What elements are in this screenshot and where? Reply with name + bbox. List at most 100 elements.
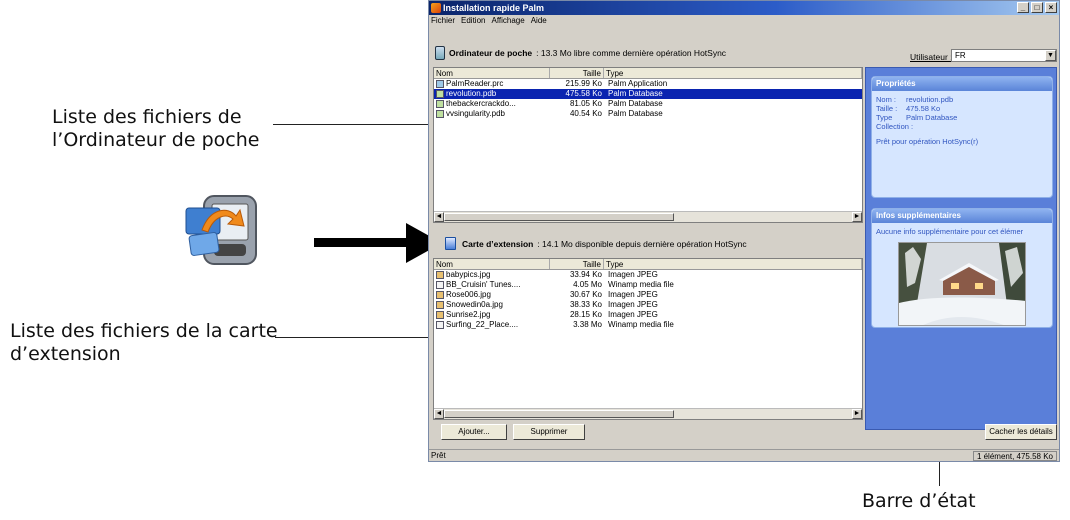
card-list-scrollbar[interactable]: ◄ ► (434, 408, 862, 419)
prop-name-label: Nom : (876, 95, 897, 104)
card-list-header: Nom Taille Type (434, 259, 862, 270)
scroll-left-icon[interactable]: ◄ (434, 212, 444, 222)
file-row[interactable]: Snowedin0a.jpg 38.33 Ko Imagen JPEG (434, 300, 862, 310)
callout-status-bar: Barre d’état (862, 490, 976, 512)
title-bar[interactable]: Installation rapide Palm _ □ × (429, 1, 1059, 15)
callout-card-files: Liste des fichiers de la carte d’extensi… (10, 320, 278, 365)
scroll-thumb[interactable] (444, 213, 674, 221)
file-name-cell: PalmReader.prc (434, 79, 550, 89)
media-file-icon (436, 281, 444, 289)
prop-size-value: 475.58 Ko (906, 104, 941, 113)
chevron-down-icon[interactable]: ▼ (1045, 50, 1056, 61)
status-selection-info: 1 élément, 475.58 Ko (972, 451, 1057, 461)
preview-image (898, 242, 1026, 326)
leader-line-device (273, 124, 451, 125)
device-section-header: Ordinateur de poche : 13.3 Mo libre comm… (435, 46, 726, 60)
app-icon (431, 3, 441, 13)
file-row[interactable]: babypics.jpg 33.94 Ko Imagen JPEG (434, 270, 862, 280)
status-bar: Prêt 1 élément, 475.58 Ko (429, 449, 1059, 461)
image-file-icon (436, 291, 444, 299)
file-row[interactable]: revolution.pdb 475.58 Ko Palm Database (434, 89, 862, 99)
file-name-cell: thebackercrackdo... (434, 99, 550, 109)
file-type: Imagen JPEG (608, 310, 658, 319)
file-name-cell: revolution.pdb (434, 89, 550, 99)
file-type: Palm Database (608, 89, 663, 98)
extra-info-card: Infos supplémentaires Aucune info supplé… (871, 208, 1053, 328)
file-name: PalmReader.prc (446, 79, 504, 88)
scroll-left-icon[interactable]: ◄ (434, 409, 444, 419)
prop-collection-label: Collection : (876, 122, 914, 131)
scroll-thumb[interactable] (444, 410, 674, 418)
palm-quick-install-window: Installation rapide Palm _ □ × Fichier E… (428, 0, 1060, 462)
device-label: Ordinateur de poche (449, 48, 533, 58)
file-type: Palm Application (608, 79, 668, 88)
file-name-cell: Sunrise2.jpg (434, 310, 550, 320)
file-type: Winamp media file (608, 280, 674, 289)
prop-type-value: Palm Database (906, 113, 958, 122)
file-type: Imagen JPEG (608, 300, 658, 309)
file-size: 40.54 Ko (569, 109, 602, 118)
device-file-list[interactable]: Nom Taille Type PalmReader.prc 215.99 Ko P… (433, 67, 863, 223)
file-row[interactable]: Surfing_22_Place.... 3.38 Mo Winamp media … (434, 320, 862, 330)
file-name-cell: babypics.jpg (434, 270, 550, 280)
file-row[interactable]: vvsingularity.pdb 40.54 Ko Palm Database (434, 109, 862, 119)
file-row[interactable]: PalmReader.prc 215.99 Ko Palm Application (434, 79, 862, 89)
card-label: Carte d’extension (462, 238, 534, 249)
minimize-button[interactable]: _ (1017, 2, 1029, 13)
database-file-icon (436, 100, 444, 108)
expansion-card-icon (445, 237, 456, 250)
arrow-pointer (314, 221, 444, 270)
file-name-cell: vvsingularity.pdb (434, 109, 550, 119)
card-rows: babypics.jpg 33.94 Ko Imagen JPEG BB_Cruisi… (434, 270, 862, 330)
menu-bar: Fichier Edition Affichage Aide (429, 15, 1059, 27)
file-name: vvsingularity.pdb (446, 109, 505, 118)
hide-details-button[interactable]: Cacher les détails (985, 424, 1057, 440)
add-button[interactable]: Ajouter... (441, 424, 507, 440)
menu-file[interactable]: Fichier (431, 15, 455, 27)
extra-info-text: Aucune info supplémentaire pour cet élém… (876, 227, 1024, 236)
device-list-scrollbar[interactable]: ◄ ► (434, 211, 862, 222)
file-row[interactable]: Rose006.jpg 30.67 Ko Imagen JPEG (434, 290, 862, 300)
column-name[interactable]: Nom (434, 259, 550, 269)
user-select[interactable]: FR ▼ (951, 49, 1057, 62)
database-file-icon (436, 90, 444, 98)
file-row[interactable]: Sunrise2.jpg 28.15 Ko Imagen JPEG (434, 310, 862, 320)
menu-help[interactable]: Aide (531, 15, 547, 27)
window-title: Installation rapide Palm (443, 3, 545, 13)
maximize-button[interactable]: □ (1031, 2, 1043, 13)
scroll-right-icon[interactable]: ► (852, 212, 862, 222)
user-select-value: FR (955, 51, 966, 60)
file-type: Imagen JPEG (608, 270, 658, 279)
column-size[interactable]: Taille (550, 68, 604, 78)
file-name: babypics.jpg (446, 270, 491, 279)
file-name-cell: Snowedin0a.jpg (434, 300, 550, 310)
close-button[interactable]: × (1045, 2, 1057, 13)
column-size[interactable]: Taille (550, 259, 604, 269)
card-free-space: : 14.1 Mo disponible depuis dernière opé… (537, 238, 747, 249)
card-file-list[interactable]: Nom Taille Type babypics.jpg 33.94 Ko Imag… (433, 258, 863, 420)
menu-view[interactable]: Affichage (491, 15, 524, 27)
file-row[interactable]: thebackercrackdo... 81.05 Ko Palm Database (434, 99, 862, 109)
file-name: thebackercrackdo... (446, 99, 516, 108)
column-type[interactable]: Type (604, 68, 862, 78)
properties-card: Propriétés Nom : revolution.pdb Taille : 4… (871, 76, 1053, 198)
column-name[interactable]: Nom (434, 68, 550, 78)
file-size: 28.15 Ko (569, 310, 602, 319)
delete-button[interactable]: Supprimer (513, 424, 585, 440)
media-file-icon (436, 321, 444, 329)
file-name-cell: Surfing_22_Place.... (434, 320, 550, 330)
file-type: Imagen JPEG (608, 290, 658, 299)
extra-info-title: Infos supplémentaires (872, 209, 1052, 223)
menu-edit[interactable]: Edition (461, 15, 485, 27)
image-file-icon (436, 301, 444, 309)
file-name: BB_Cruisin' Tunes.... (446, 280, 521, 289)
file-row[interactable]: BB_Cruisin' Tunes.... 4.05 Mo Winamp media… (434, 280, 862, 290)
file-size: 30.67 Ko (569, 290, 602, 299)
image-file-icon (436, 311, 444, 319)
scroll-right-icon[interactable]: ► (852, 409, 862, 419)
column-type[interactable]: Type (604, 259, 862, 269)
file-size: 3.38 Mo (573, 320, 602, 329)
database-file-icon (436, 110, 444, 118)
file-name-cell: Rose006.jpg (434, 290, 550, 300)
file-type: Palm Database (608, 99, 663, 108)
